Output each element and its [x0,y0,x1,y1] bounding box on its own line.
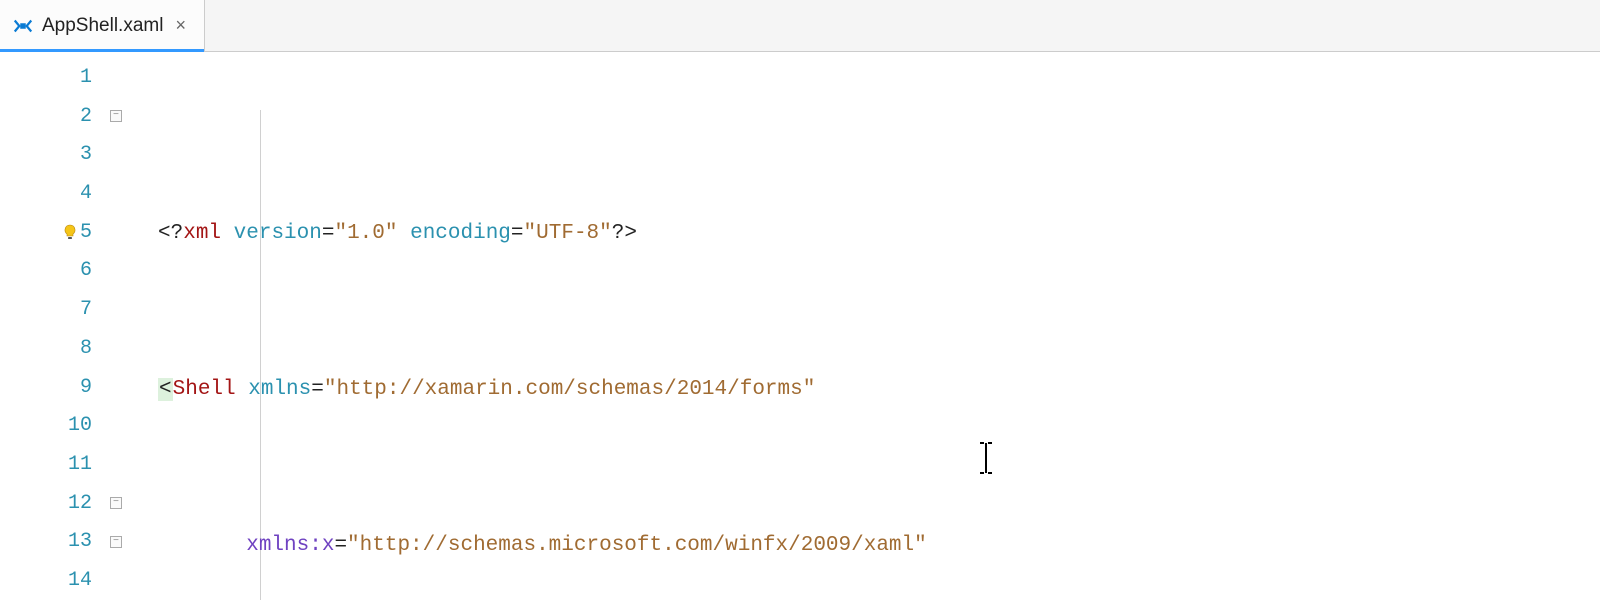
line-number[interactable]: 3 [0,135,130,174]
line-number[interactable]: 14 [0,561,130,600]
line-number[interactable]: 4 [0,174,130,213]
code-line: <Shell xmlns="http://xamarin.com/schemas… [158,370,1600,409]
lightbulb-icon[interactable] [62,224,78,240]
line-number[interactable]: 12− [0,484,130,523]
line-number[interactable]: 9 [0,368,130,407]
line-number[interactable]: 1 [0,58,130,97]
tab-bar: AppShell.xaml × [0,0,1600,52]
line-number[interactable]: 10 [0,406,130,445]
tab-close-icon[interactable]: × [171,13,190,38]
tab-appshell[interactable]: AppShell.xaml × [0,0,205,51]
code-area[interactable]: <?xml version="1.0" encoding="UTF-8"?> <… [130,52,1600,600]
fold-toggle-icon[interactable]: − [110,110,122,122]
tab-label: AppShell.xaml [42,15,163,37]
line-number[interactable]: 7 [0,290,130,329]
fold-toggle-icon[interactable]: − [110,497,122,509]
line-number[interactable]: 11 [0,445,130,484]
xaml-file-icon [12,15,34,37]
line-number[interactable]: 6 [0,252,130,291]
line-number[interactable]: 13− [0,523,130,562]
line-number[interactable]: 5 [0,213,130,252]
fold-toggle-icon[interactable]: − [110,536,122,548]
line-number[interactable]: 8 [0,329,130,368]
editor: 1 2− 3 4 5 6 7 8 9 10 11 12− 13− 14 <?xm… [0,52,1600,600]
mouse-cursor-ibeam-icon [902,402,904,432]
code-line: xmlns:x="http://schemas.microsoft.com/wi… [158,526,1600,565]
line-number-gutter: 1 2− 3 4 5 6 7 8 9 10 11 12− 13− 14 [0,52,130,600]
line-number[interactable]: 2− [0,97,130,136]
code-line: <?xml version="1.0" encoding="UTF-8"?> [158,214,1600,253]
